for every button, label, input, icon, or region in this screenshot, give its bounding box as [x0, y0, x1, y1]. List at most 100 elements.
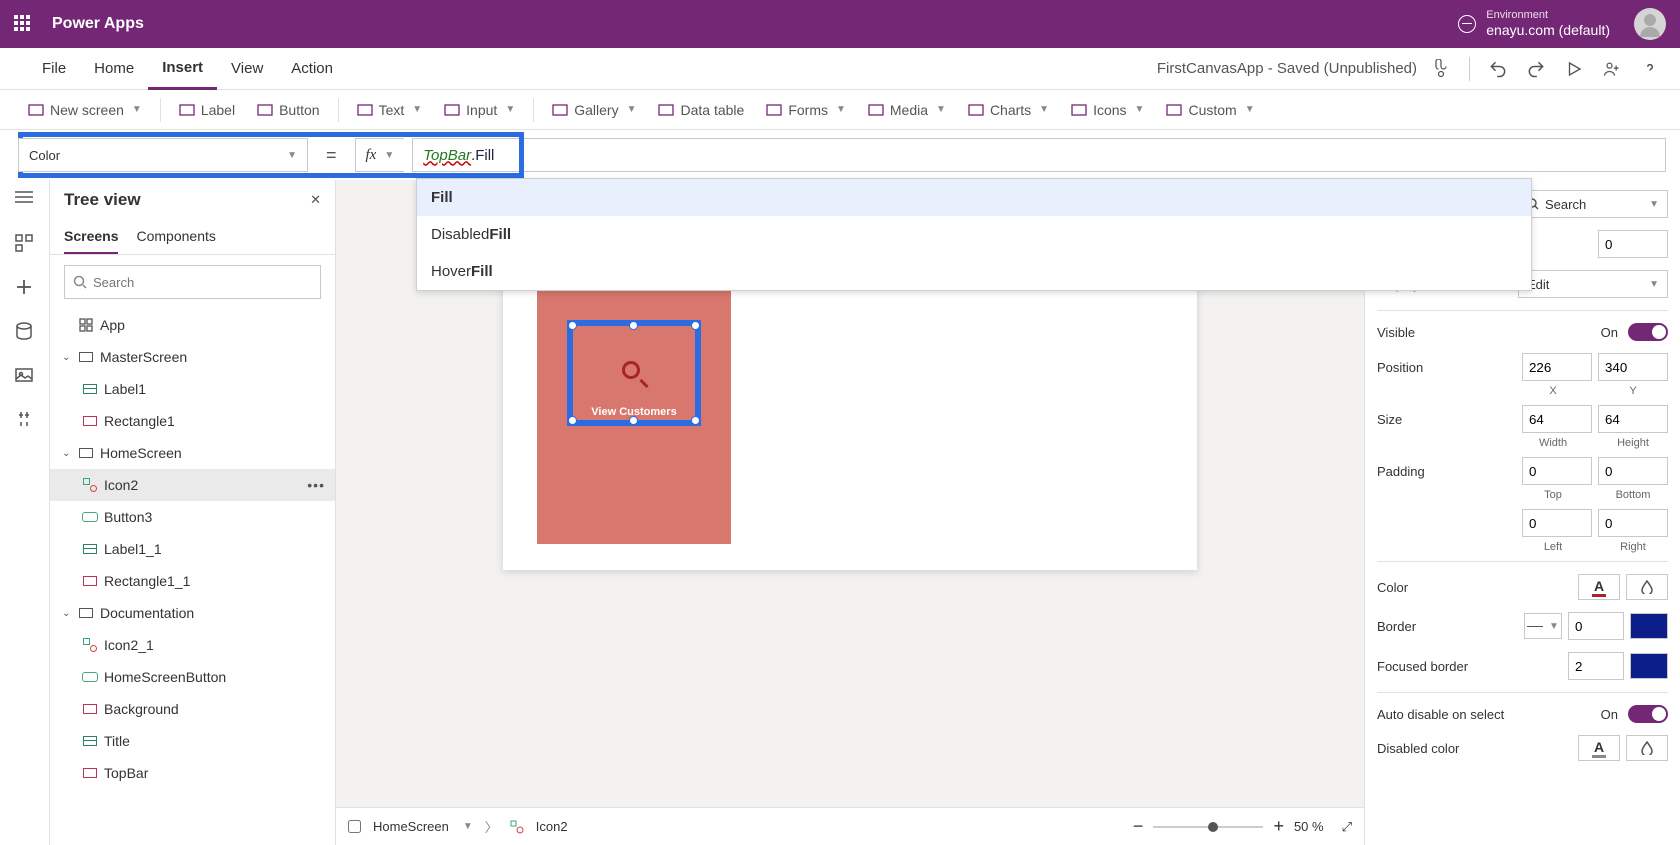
- tree-tab-screens[interactable]: Screens: [64, 220, 118, 254]
- tree-node-masterscreen[interactable]: ⌄MasterScreen: [50, 341, 335, 373]
- card-rectangle[interactable]: View Customers: [537, 254, 731, 544]
- tree-node-icon2_1[interactable]: Icon2_1: [50, 629, 335, 661]
- more-icon[interactable]: •••: [307, 477, 325, 493]
- tree-view-icon[interactable]: [15, 234, 35, 254]
- suggestion-item[interactable]: DisabledFill: [417, 216, 1531, 253]
- ribbon-data-table[interactable]: Data table: [648, 98, 754, 122]
- globe-icon: [1458, 15, 1476, 33]
- zoom-slider[interactable]: [1153, 826, 1263, 828]
- icon-dropdown[interactable]: Search ▼: [1518, 190, 1668, 218]
- zoom-out-button[interactable]: −: [1133, 816, 1144, 837]
- ribbon-label[interactable]: Label: [169, 98, 245, 122]
- insert-icon[interactable]: [15, 278, 35, 298]
- waffle-icon[interactable]: [14, 15, 32, 33]
- disabled-color-button[interactable]: A: [1578, 735, 1620, 761]
- property-dropdown[interactable]: Color ▼: [18, 138, 308, 172]
- tree-node-homescreenbutton[interactable]: HomeScreenButton: [50, 661, 335, 693]
- color-button[interactable]: A: [1578, 574, 1620, 600]
- menu-home[interactable]: Home: [80, 48, 148, 90]
- tree-node-title[interactable]: Title: [50, 725, 335, 757]
- disabled-color-picker-button[interactable]: [1626, 735, 1668, 761]
- displaymode-dropdown[interactable]: Edit▼: [1518, 270, 1668, 298]
- app-checker-icon[interactable]: [1431, 59, 1451, 79]
- canvas-footer: HomeScreen ▼ 〉 Icon2 − + 50 % ⤢: [336, 807, 1364, 845]
- undo-icon[interactable]: [1488, 59, 1508, 79]
- tree-node-background[interactable]: Background: [50, 693, 335, 725]
- menu-insert[interactable]: Insert: [148, 48, 217, 90]
- ribbon-button[interactable]: Button: [247, 98, 329, 122]
- breadcrumb-item[interactable]: Icon2: [536, 819, 568, 834]
- ribbon-gallery[interactable]: Gallery▼: [542, 98, 646, 122]
- fit-icon[interactable]: ⤢: [1342, 819, 1352, 835]
- tree-search[interactable]: [64, 265, 321, 299]
- environment-selector[interactable]: Environment enayu.com (default): [1458, 9, 1610, 39]
- focused-border-input[interactable]: [1568, 652, 1624, 680]
- breadcrumb-screen[interactable]: HomeScreen: [373, 819, 449, 834]
- height-input[interactable]: [1598, 405, 1668, 433]
- play-icon[interactable]: [1564, 59, 1584, 79]
- chevron-down-icon[interactable]: ⌄: [62, 448, 72, 459]
- tree-tab-components[interactable]: Components: [136, 220, 215, 254]
- rotation-input[interactable]: [1598, 230, 1668, 258]
- close-icon[interactable]: ✕: [310, 192, 321, 208]
- visible-toggle[interactable]: [1628, 323, 1668, 341]
- hamburger-icon[interactable]: [15, 190, 35, 210]
- ribbon-media[interactable]: Media▼: [858, 98, 956, 122]
- ribbon-icons[interactable]: Icons▼: [1061, 98, 1154, 122]
- chevron-down-icon[interactable]: ⌄: [62, 608, 72, 619]
- menu-action[interactable]: Action: [277, 48, 347, 90]
- redo-icon[interactable]: [1526, 59, 1546, 79]
- label-icon: [82, 541, 98, 557]
- tree-node-topbar[interactable]: TopBar: [50, 757, 335, 789]
- zoom-value: 50 %: [1294, 819, 1324, 834]
- chevron-down-icon[interactable]: ▼: [463, 821, 473, 832]
- help-icon[interactable]: [1640, 59, 1660, 79]
- breadcrumb-checkbox[interactable]: [348, 820, 361, 833]
- focused-border-color-swatch[interactable]: [1630, 653, 1668, 679]
- ribbon-text[interactable]: Text▼: [347, 98, 433, 122]
- tree-node-documentation[interactable]: ⌄Documentation: [50, 597, 335, 629]
- border-width-input[interactable]: [1568, 612, 1624, 640]
- button-icon: [257, 102, 273, 118]
- menu-file[interactable]: File: [28, 48, 80, 90]
- tree-node-app[interactable]: App: [50, 309, 335, 341]
- share-icon[interactable]: [1602, 59, 1622, 79]
- border-style-dropdown[interactable]: ▼: [1524, 613, 1562, 639]
- padding-left-input[interactable]: [1522, 509, 1592, 537]
- avatar[interactable]: [1634, 8, 1666, 40]
- search-input[interactable]: [93, 275, 312, 290]
- ribbon-custom[interactable]: Custom▼: [1156, 98, 1264, 122]
- color-picker-button[interactable]: [1626, 574, 1668, 600]
- menu-view[interactable]: View: [217, 48, 277, 90]
- ribbon-charts[interactable]: Charts▼: [958, 98, 1059, 122]
- auto-disable-toggle[interactable]: [1628, 705, 1668, 723]
- formula-input[interactable]: TopBar.Fill: [412, 138, 1666, 172]
- zoom-in-button[interactable]: +: [1273, 816, 1284, 837]
- padding-right-input[interactable]: [1598, 509, 1668, 537]
- suggestion-item[interactable]: Fill: [417, 179, 1531, 216]
- rect-icon: [82, 765, 98, 781]
- padding-bottom-input[interactable]: [1598, 457, 1668, 485]
- tree-node-button3[interactable]: Button3: [50, 501, 335, 533]
- tree-node-label1[interactable]: Label1: [50, 373, 335, 405]
- fx-indicator[interactable]: fx ▼: [355, 138, 405, 172]
- tree-view-panel: Tree view ✕ ScreensComponents App⌄Master…: [50, 180, 336, 845]
- padding-top-input[interactable]: [1522, 457, 1592, 485]
- data-icon[interactable]: [15, 322, 35, 342]
- width-input[interactable]: [1522, 405, 1592, 433]
- tree-node-icon2[interactable]: Icon2•••: [50, 469, 335, 501]
- advanced-tools-icon[interactable]: [15, 410, 35, 430]
- position-x-input[interactable]: [1522, 353, 1592, 381]
- media-icon[interactable]: [15, 366, 35, 386]
- position-y-input[interactable]: [1598, 353, 1668, 381]
- suggestion-item[interactable]: HoverFill: [417, 253, 1531, 290]
- ribbon-input[interactable]: Input▼: [434, 98, 525, 122]
- tree-node-rectangle1[interactable]: Rectangle1: [50, 405, 335, 437]
- tree-node-label1_1[interactable]: Label1_1: [50, 533, 335, 565]
- ribbon-forms[interactable]: Forms▼: [756, 98, 856, 122]
- chevron-down-icon[interactable]: ⌄: [62, 352, 72, 363]
- tree-node-rectangle1_1[interactable]: Rectangle1_1: [50, 565, 335, 597]
- border-color-swatch[interactable]: [1630, 613, 1668, 639]
- tree-node-homescreen[interactable]: ⌄HomeScreen: [50, 437, 335, 469]
- ribbon-new-screen[interactable]: New screen▼: [18, 98, 152, 122]
